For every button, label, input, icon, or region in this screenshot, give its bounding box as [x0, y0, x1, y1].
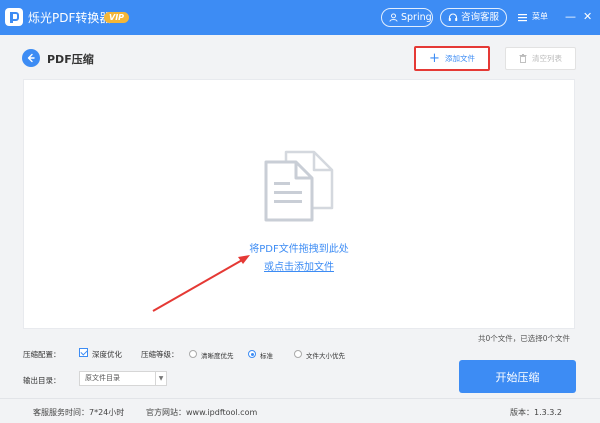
user-name: Spring [401, 12, 432, 23]
output-dir-value: 原文件目录 [85, 374, 120, 382]
deep-optimize-label[interactable]: 深度优化 [92, 349, 122, 360]
start-compress-button[interactable]: 开始压缩 [459, 360, 576, 393]
version-text: 版本：1.3.3.2 [510, 408, 562, 417]
menu-icon[interactable] [518, 13, 527, 22]
status-footer: 客服服务时间：7*24小时 官方网站：www.ipdftool.com 版本：1… [0, 398, 600, 423]
size-priority-label[interactable]: 文件大小优先 [306, 350, 345, 360]
clear-list-label: 清空列表 [532, 54, 562, 63]
close-button[interactable]: ✕ [583, 11, 592, 22]
customer-service-button[interactable]: 咨询客服 [440, 8, 507, 27]
vip-badge[interactable]: VIP [104, 12, 130, 23]
headset-icon [448, 13, 458, 21]
service-hours: 客服服务时间：7*24小时 [33, 408, 125, 417]
drop-hint: 将PDF文件拖拽到此处 [249, 244, 349, 255]
page-title: PDF压缩 [47, 53, 94, 66]
clear-list-button[interactable]: 清空列表 [505, 47, 576, 70]
output-dir-label: 输出目录： [23, 376, 61, 385]
compression-level-label: 压缩等级： [141, 350, 179, 359]
arrow-left-icon [27, 53, 35, 63]
user-icon [389, 13, 398, 22]
customer-service-label: 咨询客服 [461, 12, 500, 23]
app-logo-icon [5, 8, 23, 26]
annotation-arrow [152, 255, 250, 312]
file-count-status: 共0个文件，已选择0个文件 [478, 334, 571, 343]
add-file-label: 添加文件 [444, 54, 475, 63]
trash-icon [519, 54, 527, 63]
output-dir-select[interactable]: 原文件目录 ▼ [79, 371, 167, 386]
file-drop-zone[interactable]: 将PDF文件拖拽到此处 或点击添加文件 [23, 79, 575, 329]
chevron-down-icon: ▼ [155, 372, 166, 385]
radio-clarity-priority[interactable] [189, 350, 197, 358]
app-title: 烁光PDF转换器 [28, 11, 112, 25]
clarity-priority-label[interactable]: 清晰度优先 [201, 350, 234, 360]
standard-label[interactable]: 标准 [260, 350, 273, 360]
deep-optimize-checkbox[interactable] [79, 348, 88, 357]
menu-label[interactable]: 菜单 [532, 11, 548, 22]
radio-standard[interactable] [248, 350, 256, 358]
official-website[interactable]: 官方网站：www.ipdftool.com [146, 407, 257, 418]
click-to-add-link[interactable]: 或点击添加文件 [24, 258, 574, 273]
minimize-button[interactable]: — [565, 11, 576, 22]
title-bar: 烁光PDF转换器 VIP Spring 咨询客服 菜单 — ✕ [0, 0, 600, 35]
plus-icon: + [429, 50, 440, 66]
radio-size-priority[interactable] [294, 350, 302, 358]
document-icon [264, 150, 334, 222]
add-file-button[interactable]: + 添加文件 [414, 46, 490, 71]
back-button[interactable] [22, 49, 40, 67]
user-account-button[interactable]: Spring [381, 8, 433, 27]
compression-config-label: 压缩配置： [23, 350, 61, 359]
